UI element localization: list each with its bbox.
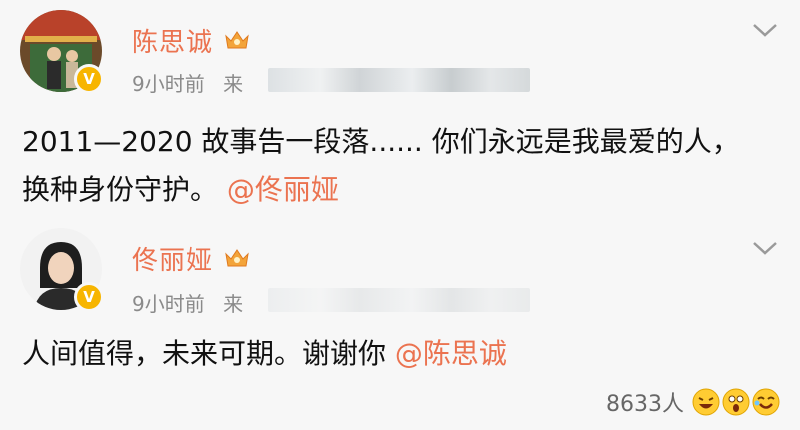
blurred-source xyxy=(268,288,530,312)
verified-badge-icon: V xyxy=(74,282,104,312)
author-name[interactable]: 陈思诚 xyxy=(132,22,251,59)
post-meta: 9小时前 来 xyxy=(132,68,243,97)
blurred-source xyxy=(268,68,530,92)
post-content: 2011—2020 故事告一段落...... 你们永远是我最爱的人，换种身份守护… xyxy=(22,118,762,214)
chevron-down-icon[interactable] xyxy=(752,240,778,260)
chevron-down-icon[interactable] xyxy=(752,22,778,42)
post-time: 9小时前 xyxy=(132,72,205,96)
crown-vip-icon xyxy=(223,28,251,59)
lol-emoji-icon xyxy=(752,388,780,416)
post-time: 9小时前 xyxy=(132,292,205,316)
post-content: 人间值得，未来可期。谢谢你 @陈思诚 xyxy=(22,330,762,378)
post-meta: 9小时前 来 xyxy=(132,288,243,317)
post-text: 2011—2020 故事告一段落...... 你们永远是我最爱的人，换种身份守护… xyxy=(22,125,740,206)
laugh-emoji-icon xyxy=(692,388,720,416)
author-avatar[interactable]: V xyxy=(20,228,104,312)
mention-link[interactable]: @陈思诚 xyxy=(395,337,507,370)
crown-vip-icon xyxy=(223,246,251,277)
post-source: 来 xyxy=(223,292,244,316)
author-name-text: 佟丽娅 xyxy=(132,246,214,276)
author-name-text: 陈思诚 xyxy=(132,28,214,58)
verified-badge-icon: V xyxy=(74,64,104,94)
like-count: 8633人 xyxy=(606,392,684,417)
post-source: 来 xyxy=(223,72,244,96)
post-text: 人间值得，未来可期。谢谢你 xyxy=(22,337,387,370)
author-name[interactable]: 佟丽娅 xyxy=(132,240,251,277)
like-summary[interactable]: 8633人 xyxy=(606,386,780,418)
mention-link[interactable]: @佟丽娅 xyxy=(227,173,339,206)
surprise-emoji-icon xyxy=(722,388,750,416)
author-avatar[interactable]: V xyxy=(20,10,104,94)
